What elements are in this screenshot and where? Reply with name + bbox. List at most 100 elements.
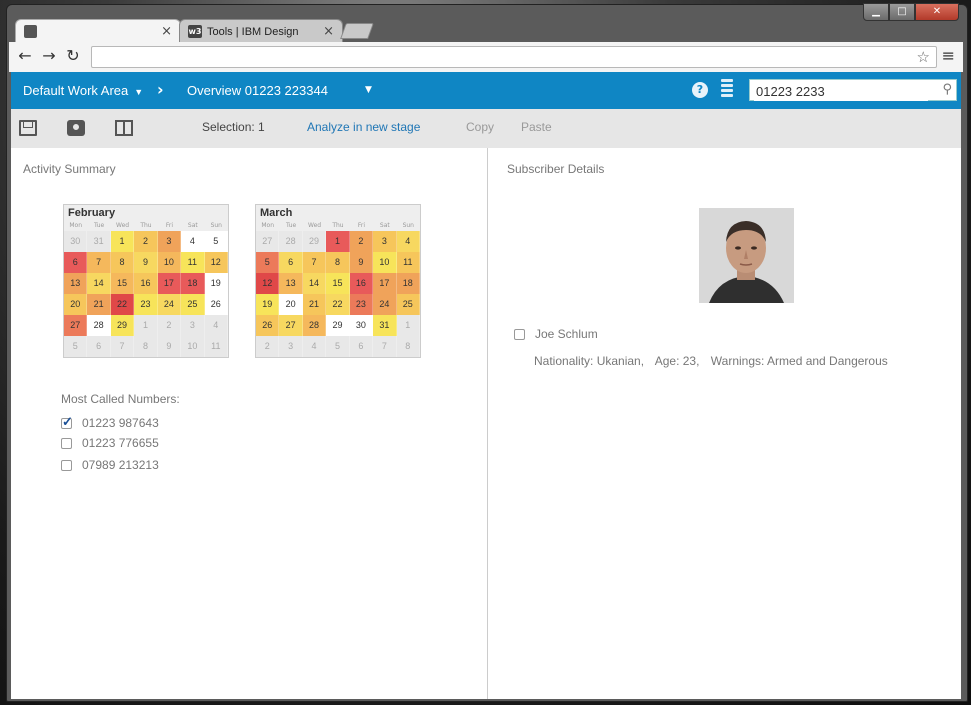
calendar-day[interactable]: 5 <box>64 336 88 357</box>
calendar-day[interactable]: 25 <box>396 294 420 315</box>
calendar-day[interactable]: 28 <box>87 315 111 336</box>
calendar-day[interactable]: 28 <box>279 231 303 252</box>
number-checkbox[interactable] <box>61 437 72 449</box>
tab-close-icon[interactable]: × <box>323 24 334 39</box>
paste-button[interactable]: Paste <box>521 120 552 134</box>
calendar-day[interactable]: 10 <box>181 336 205 357</box>
search-icon[interactable]: ⚲ <box>942 82 952 97</box>
calendar-day[interactable]: 4 <box>302 336 327 357</box>
calendar-day[interactable]: 6 <box>64 252 88 273</box>
number-checkbox[interactable] <box>61 414 73 430</box>
calendar-day[interactable]: 17 <box>373 273 397 294</box>
calendar-day[interactable]: 30 <box>349 315 374 336</box>
calendar-day[interactable]: 17 <box>157 273 182 294</box>
help-icon[interactable]: ? <box>692 82 708 98</box>
new-tab-button[interactable] <box>340 23 374 39</box>
number-row[interactable]: 01223 987643 <box>61 414 159 430</box>
calendar-day[interactable]: 8 <box>110 252 135 273</box>
address-bar[interactable]: ☆ <box>91 46 937 68</box>
caret-down-icon[interactable]: ▼ <box>365 85 372 95</box>
calendar-day[interactable]: 26 <box>204 294 228 315</box>
calendar-day[interactable]: 20 <box>64 294 88 315</box>
copy-button[interactable]: Copy <box>466 120 494 134</box>
calendar-day[interactable]: 24 <box>157 294 182 315</box>
calendar-day[interactable]: 4 <box>181 231 205 252</box>
calendar-day[interactable]: 9 <box>134 252 158 273</box>
number-row[interactable]: 07989 213213 <box>61 458 159 472</box>
breadcrumb[interactable]: Overview 01223 223344 <box>187 83 328 98</box>
calendar-day[interactable]: 27 <box>256 231 280 252</box>
calendar-day[interactable]: 22 <box>110 294 135 315</box>
calendar-day[interactable]: 16 <box>349 273 374 294</box>
calendar-day[interactable]: 30 <box>64 231 88 252</box>
calendar-day[interactable]: 3 <box>279 336 303 357</box>
calendar-day[interactable]: 10 <box>373 252 397 273</box>
calendar-day[interactable]: 24 <box>373 294 397 315</box>
calendar-day[interactable]: 1 <box>326 231 350 252</box>
subscriber-checkbox[interactable] <box>514 328 525 340</box>
calendar-day[interactable]: 5 <box>326 336 350 357</box>
calendar-day[interactable]: 9 <box>349 252 374 273</box>
calendar-day[interactable]: 18 <box>181 273 205 294</box>
calendar-day[interactable]: 19 <box>256 294 280 315</box>
calendar-day[interactable]: 6 <box>349 336 374 357</box>
calendar-day[interactable]: 21 <box>302 294 327 315</box>
bookmark-star-icon[interactable]: ☆ <box>917 48 930 66</box>
calendar-day[interactable]: 6 <box>279 252 303 273</box>
calendar-day[interactable]: 2 <box>349 231 374 252</box>
search-input[interactable] <box>754 81 928 101</box>
calendar-day[interactable]: 2 <box>256 336 280 357</box>
calendar-day[interactable]: 21 <box>87 294 111 315</box>
calendar-day[interactable]: 1 <box>134 315 158 336</box>
analyze-link[interactable]: Analyze in new stage <box>307 120 420 134</box>
calendar-day[interactable]: 7 <box>87 252 111 273</box>
calendar-day[interactable]: 31 <box>87 231 111 252</box>
calendar-day[interactable]: 23 <box>349 294 374 315</box>
calendar-day[interactable]: 14 <box>302 273 327 294</box>
subscriber-row[interactable]: Joe Schlum <box>514 327 598 341</box>
lightbulb-icon[interactable] <box>721 79 733 99</box>
calendar-day[interactable]: 26 <box>256 315 280 336</box>
calendar-day[interactable]: 15 <box>326 273 350 294</box>
calendar-day[interactable]: 12 <box>256 273 280 294</box>
calendar-day[interactable]: 12 <box>204 252 228 273</box>
calendar-day[interactable]: 29 <box>302 231 327 252</box>
calendar-day[interactable]: 8 <box>396 336 420 357</box>
calendar-day[interactable]: 7 <box>302 252 327 273</box>
calendar-day[interactable]: 2 <box>157 315 182 336</box>
calendar-day[interactable]: 25 <box>181 294 205 315</box>
calendar-day[interactable]: 5 <box>204 231 228 252</box>
calendar-day[interactable]: 8 <box>326 252 350 273</box>
number-checkbox[interactable] <box>61 459 72 471</box>
calendar-day[interactable]: 13 <box>64 273 88 294</box>
calendar-day[interactable]: 22 <box>326 294 350 315</box>
calendar-day[interactable]: 4 <box>204 315 228 336</box>
calendar-day[interactable]: 7 <box>110 336 135 357</box>
calendar-day[interactable]: 8 <box>134 336 158 357</box>
tab-active[interactable]: × <box>15 19 181 43</box>
calendar-day[interactable]: 1 <box>110 231 135 252</box>
calendar-day[interactable]: 4 <box>396 231 420 252</box>
back-arrow-icon[interactable]: ← <box>15 46 35 65</box>
work-area-dropdown[interactable]: Default Work Area ▼ <box>23 83 143 98</box>
calendar-day[interactable]: 29 <box>326 315 350 336</box>
calendar-day[interactable]: 6 <box>87 336 111 357</box>
calendar-day[interactable]: 1 <box>396 315 420 336</box>
calendar-day[interactable]: 9 <box>157 336 182 357</box>
calendar-day[interactable]: 29 <box>110 315 135 336</box>
calendar-day[interactable]: 5 <box>256 252 280 273</box>
calendar-day[interactable]: 31 <box>373 315 397 336</box>
number-row[interactable]: 01223 776655 <box>61 436 159 450</box>
menu-icon[interactable]: ≡ <box>942 46 955 65</box>
calendar-day[interactable]: 18 <box>396 273 420 294</box>
calendar-day[interactable]: 3 <box>181 315 205 336</box>
save-icon[interactable] <box>19 120 37 136</box>
camera-icon[interactable] <box>67 120 85 136</box>
calendar-day[interactable]: 14 <box>87 273 111 294</box>
calendar-day[interactable]: 11 <box>204 336 228 357</box>
calendar-day[interactable]: 27 <box>64 315 88 336</box>
calendar-day[interactable]: 11 <box>181 252 205 273</box>
calendar-day[interactable]: 27 <box>279 315 303 336</box>
calendar-day[interactable]: 7 <box>373 336 397 357</box>
calendar-day[interactable]: 28 <box>302 315 327 336</box>
